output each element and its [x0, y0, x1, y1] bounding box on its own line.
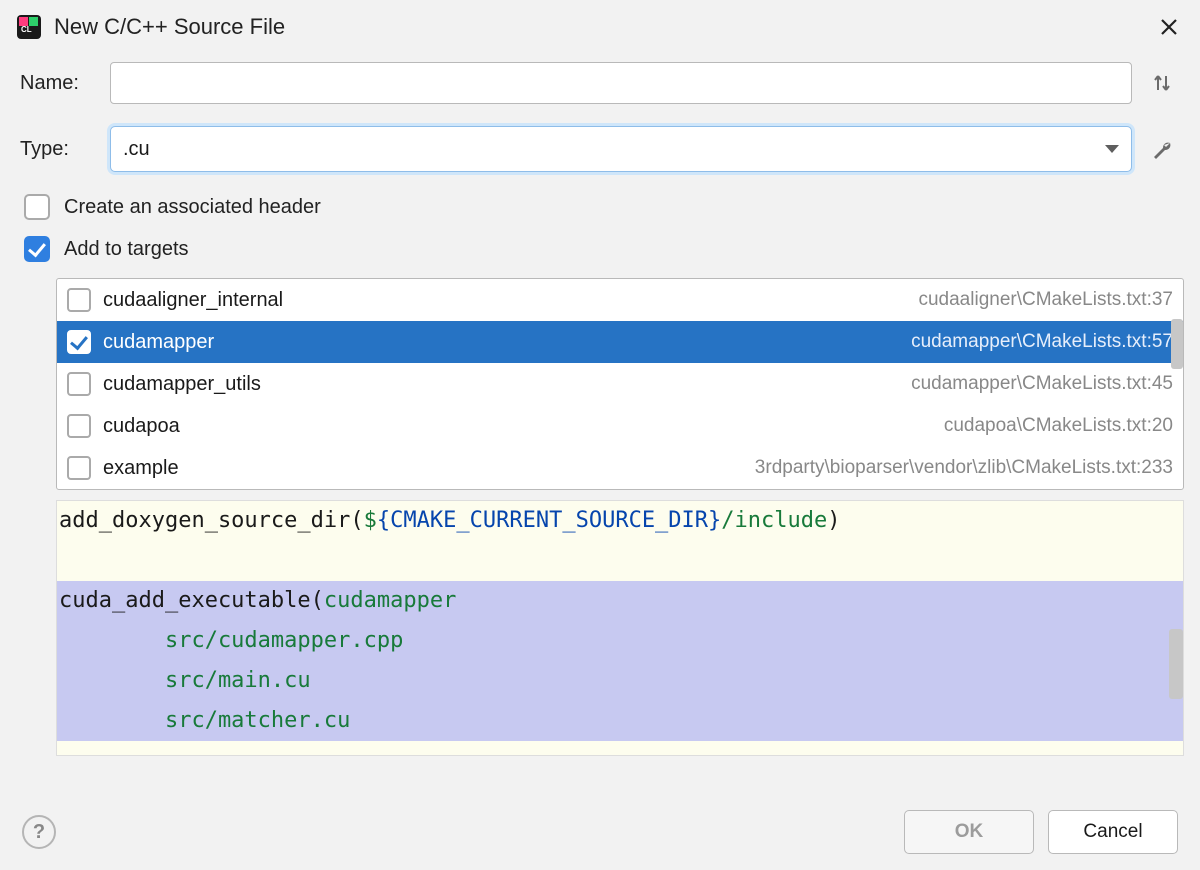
target-checkbox[interactable] — [67, 372, 91, 396]
target-path: 3rdparty\bioparser\vendor\zlib\CMakeList… — [755, 457, 1173, 479]
help-button[interactable]: ? — [22, 815, 56, 849]
code-line — [57, 541, 1183, 581]
target-checkbox[interactable] — [67, 456, 91, 480]
code-preview[interactable]: add_doxygen_source_dir(${CMAKE_CURRENT_S… — [56, 500, 1184, 756]
target-name: example — [103, 457, 755, 480]
sort-toggle-icon[interactable] — [1144, 72, 1180, 94]
add-targets-checkbox[interactable] — [24, 236, 50, 262]
targets-scrollbar[interactable] — [1171, 319, 1183, 369]
dialog-footer: ? OK Cancel — [0, 794, 1200, 870]
code-line: src/main.cu — [57, 661, 1183, 701]
code-line: add_doxygen_source_dir(${CMAKE_CURRENT_S… — [57, 501, 1183, 541]
target-name: cudaaligner_internal — [103, 289, 918, 312]
target-name: cudapoa — [103, 415, 944, 438]
create-header-checkbox[interactable] — [24, 194, 50, 220]
add-targets-label: Add to targets — [64, 238, 189, 261]
code-line: src/matcher.cu — [57, 701, 1183, 741]
name-input[interactable] — [110, 62, 1132, 104]
target-path: cudamapper\CMakeLists.txt:57 — [911, 331, 1173, 353]
svg-text:CL: CL — [21, 25, 32, 34]
target-row[interactable]: example3rdparty\bioparser\vendor\zlib\CM… — [57, 447, 1183, 489]
titlebar: CL New C/C++ Source File — [0, 0, 1200, 62]
type-value: .cu — [123, 138, 1105, 161]
target-path: cudaaligner\CMakeLists.txt:37 — [918, 289, 1173, 311]
target-path: cudapoa\CMakeLists.txt:20 — [944, 415, 1173, 437]
target-path: cudamapper\CMakeLists.txt:45 — [911, 373, 1173, 395]
target-name: cudamapper — [103, 331, 911, 354]
ok-button[interactable]: OK — [904, 810, 1034, 854]
target-checkbox[interactable] — [67, 288, 91, 312]
targets-list[interactable]: cudaaligner_internalcudaaligner\CMakeLis… — [56, 278, 1184, 490]
target-row[interactable]: cudamappercudamapper\CMakeLists.txt:57 — [57, 321, 1183, 363]
wrench-icon[interactable] — [1144, 137, 1180, 161]
create-header-label: Create an associated header — [64, 196, 321, 219]
code-scrollbar[interactable] — [1169, 629, 1183, 699]
app-icon: CL — [16, 14, 42, 40]
code-line: cuda_add_executable(cudamapper — [57, 581, 1183, 621]
cancel-button[interactable]: Cancel — [1048, 810, 1178, 854]
close-button[interactable] — [1154, 12, 1184, 42]
target-checkbox[interactable] — [67, 330, 91, 354]
target-checkbox[interactable] — [67, 414, 91, 438]
type-combobox[interactable]: .cu — [110, 126, 1132, 172]
dialog-title: New C/C++ Source File — [54, 14, 285, 40]
target-row[interactable]: cudapoacudapoa\CMakeLists.txt:20 — [57, 405, 1183, 447]
chevron-down-icon — [1105, 145, 1119, 153]
target-name: cudamapper_utils — [103, 373, 911, 396]
target-row[interactable]: cudamapper_utilscudamapper\CMakeLists.tx… — [57, 363, 1183, 405]
name-label: Name: — [20, 72, 110, 95]
type-label: Type: — [20, 138, 110, 161]
target-row[interactable]: cudaaligner_internalcudaaligner\CMakeLis… — [57, 279, 1183, 321]
code-line: src/cudamapper.cpp — [57, 621, 1183, 661]
